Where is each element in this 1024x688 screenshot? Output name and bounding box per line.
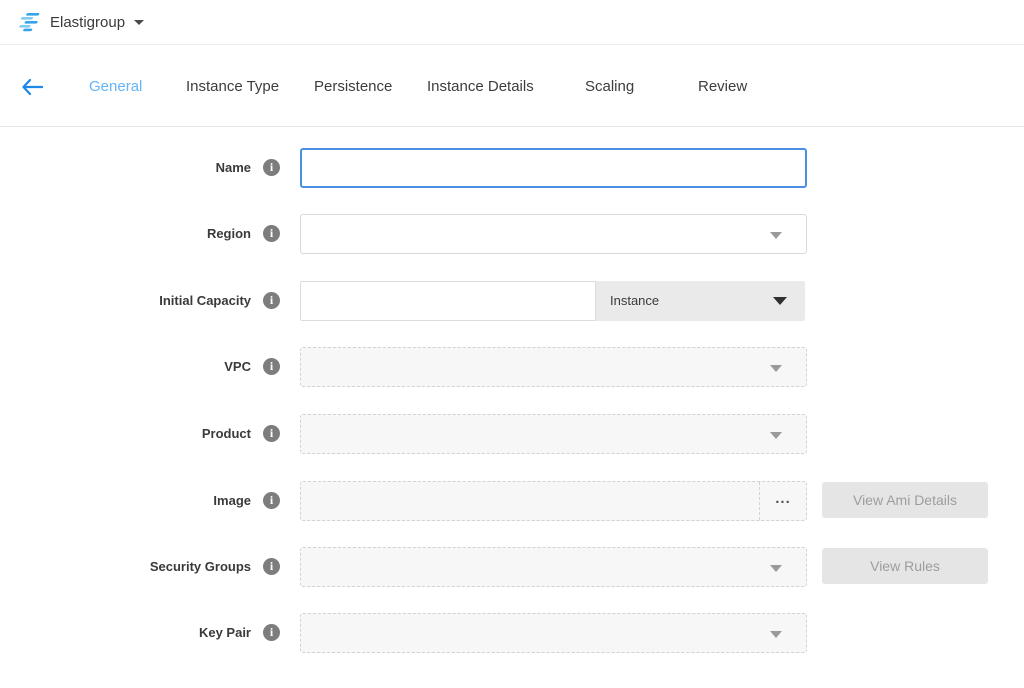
form-row-security-groups: Security Groups i View Rules	[0, 547, 1024, 587]
app-title: Elastigroup	[50, 14, 125, 31]
initial-capacity-input[interactable]	[300, 281, 596, 321]
form-row-vpc: VPC i	[0, 347, 1024, 387]
app-switcher[interactable]: Elastigroup	[16, 12, 144, 32]
security-groups-select[interactable]	[300, 547, 807, 587]
image-input[interactable]: ...	[300, 481, 807, 521]
product-label: Product	[0, 414, 251, 454]
key-pair-label: Key Pair	[0, 613, 251, 653]
tab-review[interactable]: Review	[698, 78, 747, 95]
chevron-down-icon	[770, 565, 782, 572]
vpc-label: VPC	[0, 347, 251, 387]
vpc-select[interactable]	[300, 347, 807, 387]
region-info-icon[interactable]: i	[263, 225, 280, 242]
chevron-down-icon	[773, 297, 787, 305]
chevron-down-icon	[770, 365, 782, 372]
product-info-icon[interactable]: i	[263, 425, 280, 442]
name-label: Name	[0, 148, 251, 188]
initial-capacity-label: Initial Capacity	[0, 281, 251, 321]
key-pair-select[interactable]	[300, 613, 807, 653]
chevron-down-icon	[770, 232, 782, 239]
app-switcher-caret-icon	[134, 20, 144, 25]
name-input[interactable]	[300, 148, 807, 188]
top-bar: Elastigroup	[0, 0, 1024, 45]
name-info-icon[interactable]: i	[263, 159, 280, 176]
form-row-key-pair: Key Pair i	[0, 613, 1024, 653]
form-row-region: Region i	[0, 214, 1024, 254]
view-rules-button[interactable]: View Rules	[822, 548, 988, 584]
chevron-down-icon	[770, 631, 782, 638]
key-pair-info-icon[interactable]: i	[263, 624, 280, 641]
capacity-unit-select[interactable]: Instance	[596, 281, 805, 321]
tab-scaling[interactable]: Scaling	[585, 78, 634, 95]
browse-image-button[interactable]: ...	[759, 482, 806, 520]
region-select[interactable]	[300, 214, 807, 254]
form-row-initial-capacity: Initial Capacity i Instance	[0, 281, 1024, 321]
tab-instance-details[interactable]: Instance Details	[427, 78, 534, 95]
elastigroup-logo-icon	[16, 12, 40, 32]
initial-capacity-info-icon[interactable]: i	[263, 292, 280, 309]
product-select[interactable]	[300, 414, 807, 454]
form-row-name: Name i	[0, 148, 1024, 188]
capacity-unit-value: Instance	[610, 281, 659, 321]
tab-general[interactable]: General	[89, 78, 142, 95]
elastigroup-create-page: Elastigroup General Instance Type Persis…	[0, 0, 1024, 688]
security-groups-info-icon[interactable]: i	[263, 558, 280, 575]
back-arrow-icon[interactable]	[21, 78, 43, 96]
security-groups-label: Security Groups	[0, 547, 251, 587]
vpc-info-icon[interactable]: i	[263, 358, 280, 375]
view-ami-details-button[interactable]: View Ami Details	[822, 482, 988, 518]
tab-instance-type[interactable]: Instance Type	[186, 78, 279, 95]
form-row-image: Image i ... View Ami Details	[0, 481, 1024, 521]
form-row-product: Product i	[0, 414, 1024, 454]
image-info-icon[interactable]: i	[263, 492, 280, 509]
tab-persistence[interactable]: Persistence	[314, 78, 392, 95]
image-label: Image	[0, 481, 251, 521]
wizard-tab-bar: General Instance Type Persistence Instan…	[0, 46, 1024, 127]
region-label: Region	[0, 214, 251, 254]
chevron-down-icon	[770, 432, 782, 439]
